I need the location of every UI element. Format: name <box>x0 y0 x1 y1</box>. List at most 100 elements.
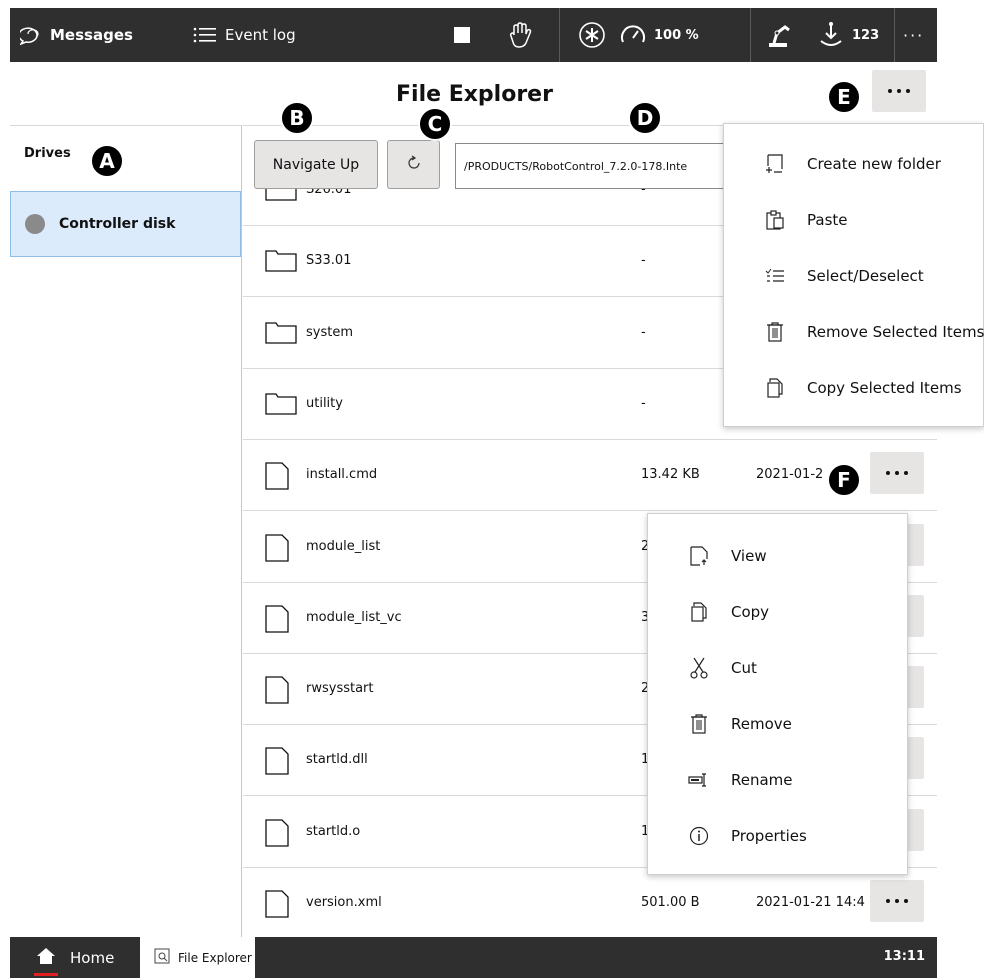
bottom-bar: Home File Explorer 13:11 <box>10 937 937 978</box>
folder-icon <box>265 321 297 348</box>
file-icon <box>265 747 289 779</box>
drive-label: Controller disk <box>59 216 176 232</box>
tasks-button[interactable]: 123 <box>818 8 879 62</box>
drives-label: Drives <box>24 146 71 161</box>
row-more-button[interactable] <box>870 452 924 495</box>
drives-sidebar: Drives Controller disk <box>10 125 242 937</box>
file-size: 501.00 B <box>641 895 700 910</box>
file-name: startld.dll <box>306 752 368 768</box>
menu-item-label: Select/Deselect <box>807 267 924 285</box>
motors-icon <box>578 21 606 49</box>
file-name: system <box>306 324 353 340</box>
clock: 13:11 <box>883 949 925 964</box>
event-log-button[interactable]: Event log <box>193 8 296 62</box>
menu-item-cut[interactable]: Cut <box>648 640 907 696</box>
file-name: S33.01 <box>306 253 352 269</box>
more-icon <box>886 899 908 903</box>
menu-item-label: Properties <box>731 827 807 845</box>
file-row[interactable]: version.xml 501.00 B 2021-01-21 14:4 <box>243 868 937 937</box>
folder-more-button[interactable] <box>872 70 926 112</box>
marker-e: E <box>827 80 861 114</box>
home-button[interactable]: Home <box>10 937 140 978</box>
menu-item-rename[interactable]: Rename <box>648 752 907 808</box>
rename-icon <box>688 769 710 791</box>
info-icon <box>688 825 710 847</box>
file-explorer-icon <box>154 948 170 967</box>
speed-button[interactable]: 100 % <box>620 8 699 62</box>
file-name: startld.o <box>306 823 361 839</box>
row-more-button[interactable] <box>870 880 924 922</box>
marker-f: F <box>827 463 861 497</box>
path-input[interactable]: /PRODUCTS/RobotControl_7.2.0-178.Inte <box>455 143 745 189</box>
more-icon: ··· <box>903 25 925 45</box>
file-name: module_list_vc <box>306 609 402 625</box>
more-icon <box>886 471 908 476</box>
menu-item-copy-selected-items[interactable]: Copy Selected Items <box>724 360 983 416</box>
file-name: version.xml <box>306 895 382 910</box>
menu-item-label: Copy Selected Items <box>807 379 962 397</box>
menu-item-create-new-folder[interactable]: Create new folder <box>724 136 983 192</box>
header: File Explorer <box>10 62 937 125</box>
speedometer-icon <box>620 24 646 46</box>
file-icon <box>265 605 289 637</box>
drive-item-controller-disk[interactable]: Controller disk <box>10 191 241 257</box>
tab-file-explorer[interactable]: File Explorer <box>140 937 255 978</box>
menu-item-paste[interactable]: Paste <box>724 192 983 248</box>
file-size: - <box>641 395 646 411</box>
file-icon <box>265 533 289 566</box>
cut-icon <box>688 657 710 679</box>
menu-item-label: Cut <box>731 659 757 677</box>
hand-icon <box>506 21 534 49</box>
page-title: File Explorer <box>396 82 553 107</box>
more-icon <box>888 89 910 93</box>
refresh-icon <box>406 155 422 175</box>
separator <box>750 8 751 62</box>
menu-item-copy[interactable]: Copy <box>648 584 907 640</box>
menu-item-remove[interactable]: Remove <box>648 696 907 752</box>
marker-d: D <box>628 101 662 135</box>
trash-icon <box>688 713 710 735</box>
copy-icon <box>688 601 710 623</box>
home-label: Home <box>70 948 115 967</box>
event-log-label: Event log <box>225 26 296 44</box>
folder-context-menu: Create new folder Paste Select/Deselect Rem… <box>723 123 984 427</box>
menu-item-select-deselect[interactable]: Select/Deselect <box>724 248 983 304</box>
messages-button[interactable]: Messages <box>20 8 133 62</box>
folder-icon <box>265 393 297 419</box>
menu-item-label: Remove <box>731 715 792 733</box>
list-icon <box>193 26 217 44</box>
separator <box>894 8 895 62</box>
file-name: rwsysstart <box>306 681 374 697</box>
separator <box>559 8 560 62</box>
file-icon <box>265 676 289 708</box>
menu-item-remove-selected-items[interactable]: Remove Selected Items <box>724 304 984 360</box>
robot-button[interactable] <box>765 8 793 62</box>
menu-item-label: Create new folder <box>807 155 941 173</box>
tasks-label: 123 <box>852 27 880 43</box>
tasks-icon <box>818 21 844 49</box>
marker-c: C <box>418 107 452 141</box>
messages-icon <box>20 25 42 45</box>
file-size: - <box>641 324 646 340</box>
manual-mode-button[interactable] <box>506 8 534 62</box>
top-bar: Messages Event log 100 % 123 ··· <box>10 8 937 62</box>
robot-arm-icon <box>765 21 793 49</box>
file-context-menu: View Copy Cut Remove Rename Properties <box>647 513 908 875</box>
file-icon <box>265 890 289 922</box>
view-icon <box>688 545 710 567</box>
motors-button[interactable] <box>578 8 606 62</box>
menu-item-properties[interactable]: Properties <box>648 808 907 864</box>
file-date: 2021-01-21 14:4 <box>756 895 865 910</box>
stop-icon <box>453 26 471 44</box>
refresh-button[interactable] <box>387 140 440 189</box>
file-name: install.cmd <box>306 467 378 483</box>
menu-item-view[interactable]: View <box>648 528 907 584</box>
copy-icon <box>764 377 786 399</box>
navigate-up-button[interactable]: Navigate Up <box>254 140 378 189</box>
file-size: - <box>641 253 646 269</box>
topbar-more-button[interactable]: ··· <box>903 8 924 62</box>
stop-button[interactable] <box>453 8 471 62</box>
menu-item-label: Paste <box>807 211 848 229</box>
paste-icon <box>764 209 786 231</box>
menu-item-label: View <box>731 547 767 565</box>
